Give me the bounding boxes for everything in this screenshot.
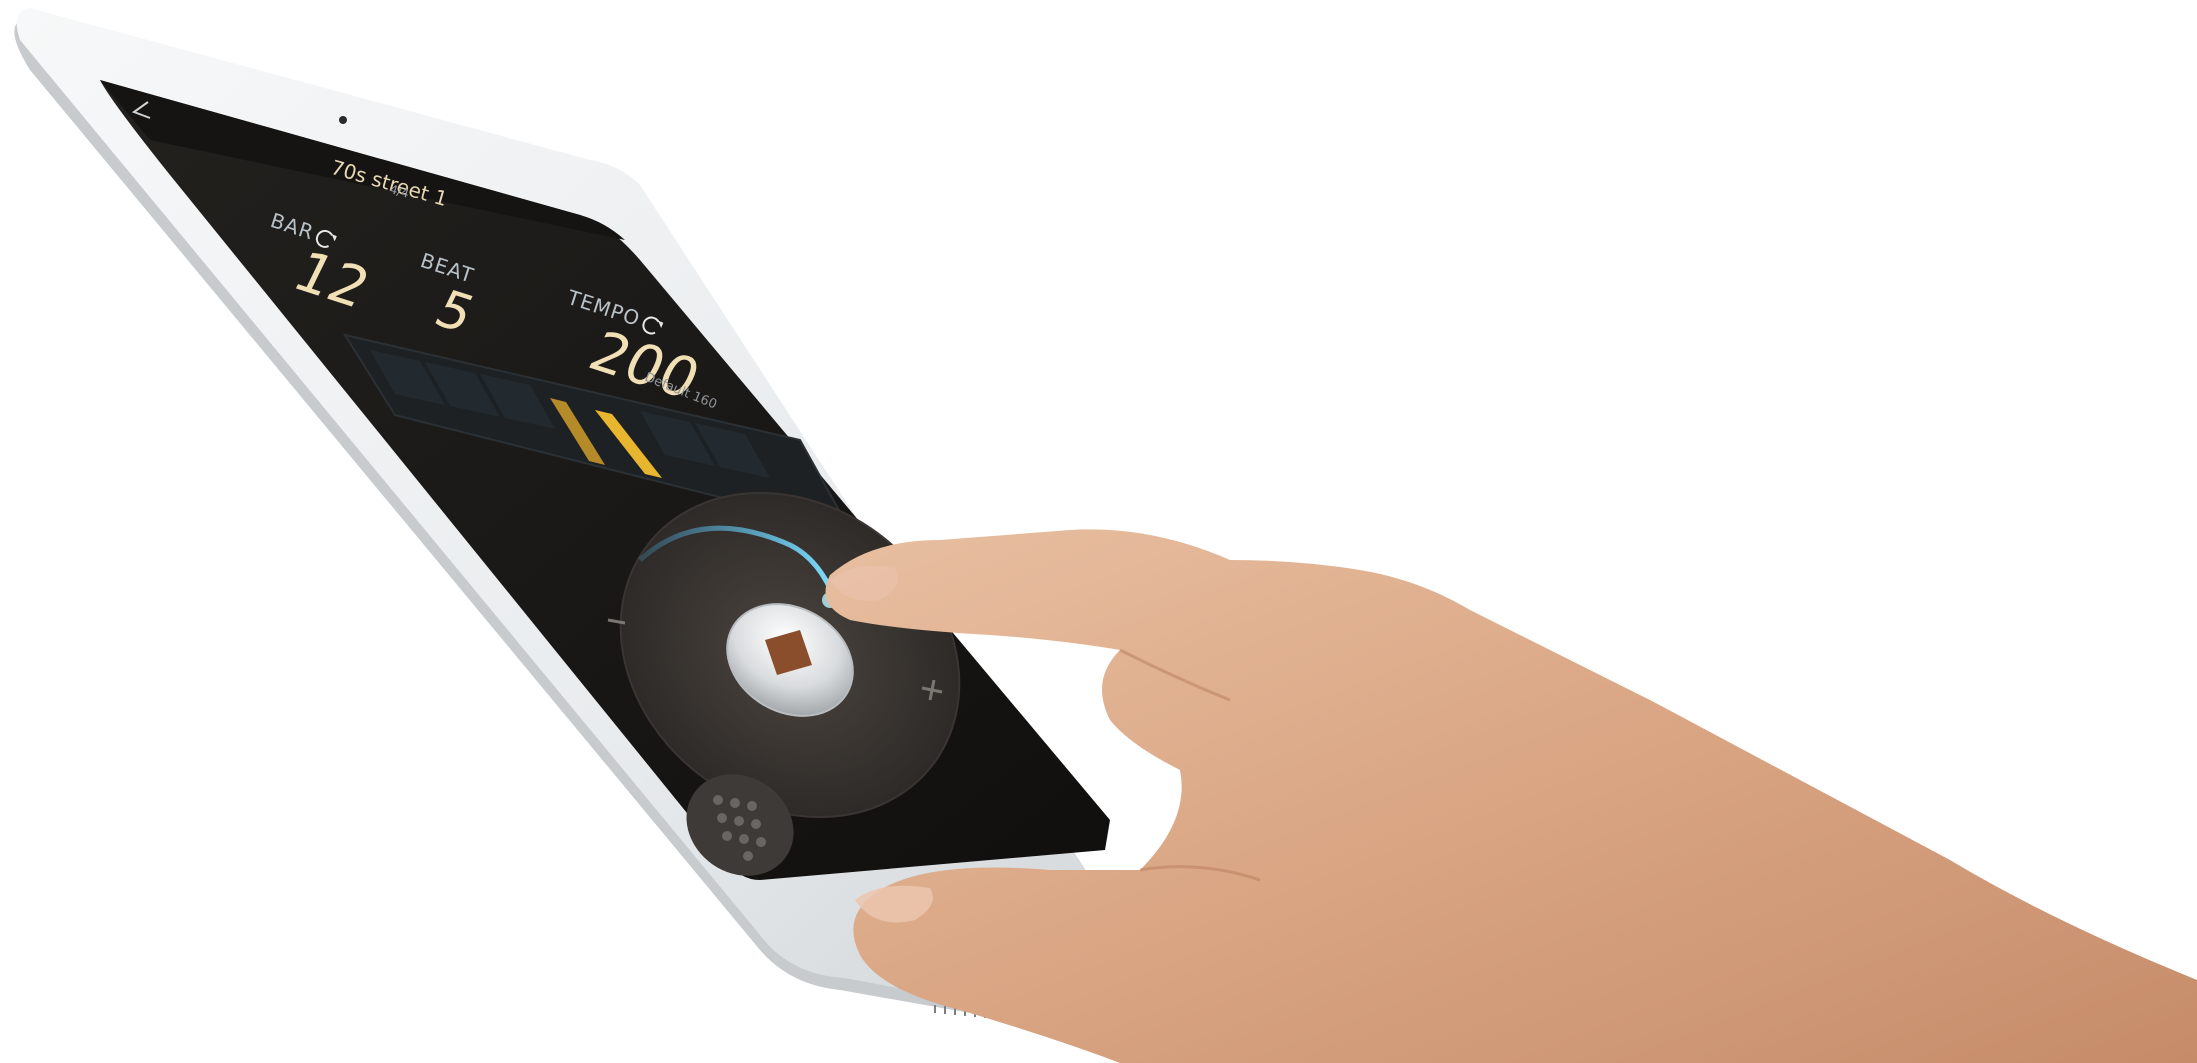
tablet-drawing: [14, 8, 2197, 1063]
photo-stage: 70s street 1 4/4 BAR 12 BEAT 5 TEMPO 200…: [0, 0, 2197, 1063]
tablet-device: 70s street 1 4/4 BAR 12 BEAT 5 TEMPO 200…: [0, 0, 2197, 1063]
front-camera: [339, 116, 347, 124]
